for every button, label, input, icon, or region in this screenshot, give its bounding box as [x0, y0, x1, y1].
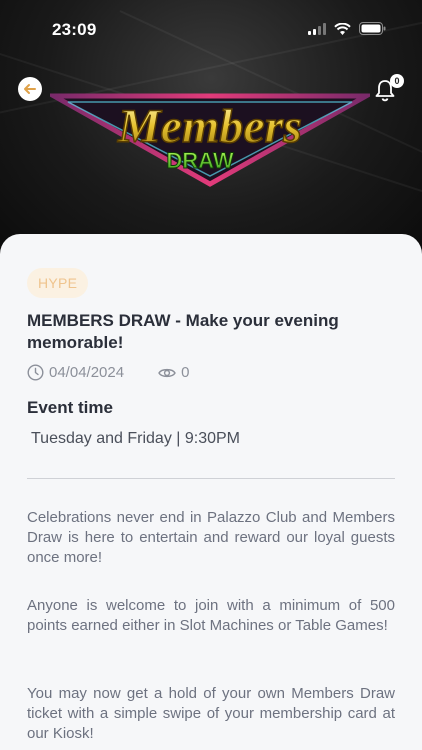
article-title: MEMBERS DRAW - Make your evening memorab…: [27, 311, 339, 352]
article-paragraph-3: You may now get a hold of your own Membe…: [27, 685, 395, 742]
svg-text:DRAW: DRAW: [166, 148, 233, 173]
back-arrow-icon: [24, 84, 36, 94]
clock-icon: [27, 364, 44, 381]
view-count: 0: [181, 364, 190, 381]
event-time-heading: Event time: [27, 398, 113, 417]
date-item: 04/04/2024: [27, 364, 124, 381]
views-item: 0: [158, 364, 189, 381]
divider: [27, 478, 395, 479]
notifications-button[interactable]: 0: [374, 74, 404, 104]
article-paragraph-1: Celebrations never end in Palazzo Club a…: [27, 509, 395, 566]
back-button[interactable]: [18, 77, 42, 101]
members-draw-logo: Members DRAW: [50, 93, 370, 187]
notification-badge: 0: [390, 74, 404, 88]
article-date: 04/04/2024: [49, 364, 125, 381]
article-paragraph-2: Anyone is welcome to join with a minimum…: [27, 597, 395, 634]
svg-text:Members: Members: [117, 100, 302, 153]
article-card: HYPE MEMBERS DRAW - Make your evening me…: [0, 234, 422, 750]
hero-banner: Members DRAW 23:09 0: [0, 0, 422, 260]
eye-icon: [158, 368, 176, 377]
status-bar: 23:09: [0, 0, 422, 50]
article-meta: 04/04/2024 0: [27, 364, 189, 381]
battery-icon: [359, 22, 386, 35]
wifi-icon: [334, 22, 351, 35]
category-tag[interactable]: HYPE: [27, 268, 89, 298]
status-time: 23:09: [52, 20, 97, 39]
signal-icon: [308, 22, 326, 35]
event-time-value: Tuesday and Friday | 9:30PM: [31, 430, 240, 447]
